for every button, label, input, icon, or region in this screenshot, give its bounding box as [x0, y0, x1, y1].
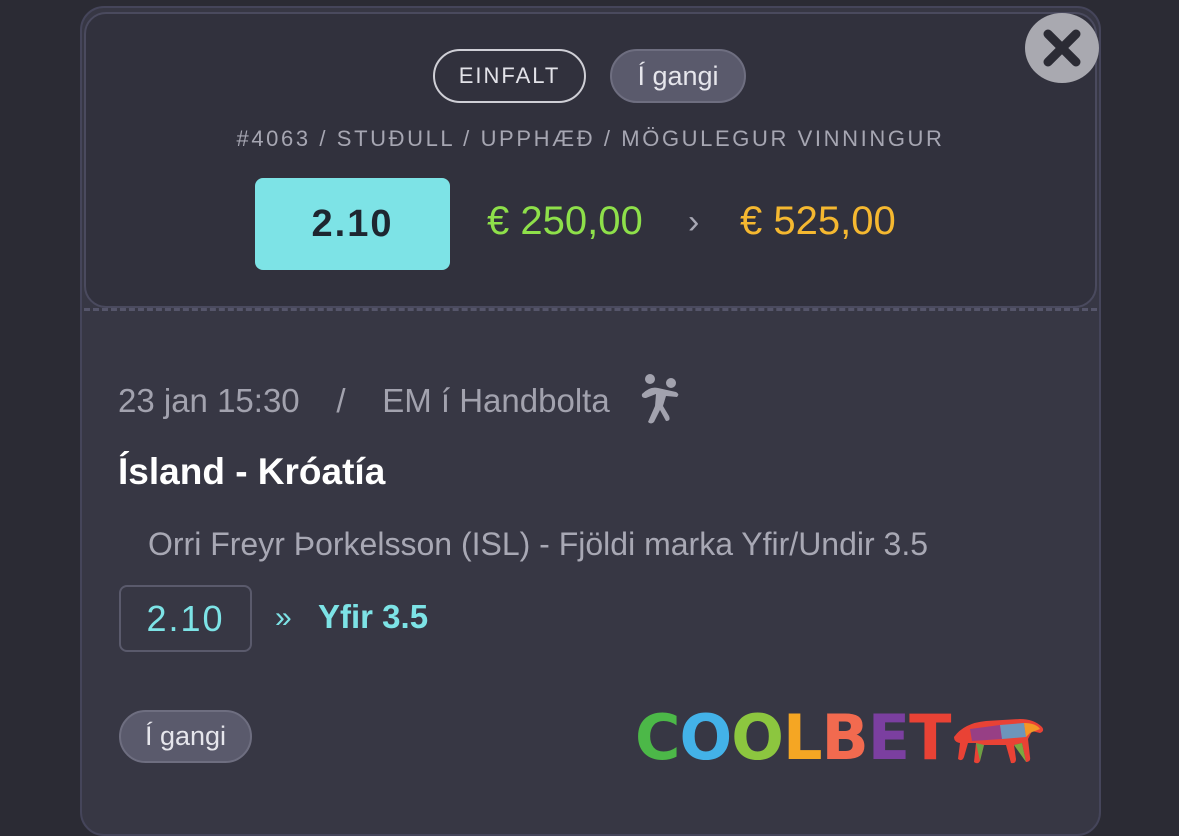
coolbet-wordmark: COOLBET — [635, 701, 951, 774]
selection-arrow: » — [275, 601, 292, 634]
event-date-time: 23 jan 15:30 — [118, 382, 300, 419]
total-odds: 2.10 — [255, 178, 450, 270]
bear-mascot-icon — [954, 719, 1044, 764]
bet-summary-panel — [84, 12, 1097, 308]
handball-player-icon — [641, 374, 679, 424]
match-title: Ísland - Króatía — [118, 451, 386, 492]
dashed-divider — [84, 308, 1097, 311]
payout-arrow: › — [688, 203, 700, 241]
competition-name: EM í Handbolta — [382, 382, 610, 419]
close-button[interactable] — [1025, 13, 1099, 83]
potential-win-amount: € 525,00 — [740, 199, 896, 243]
market-description: Orri Freyr Þorkelsson (ISL) - Fjöldi mar… — [148, 526, 929, 562]
close-icon — [1043, 29, 1081, 67]
selection-status-badge: Í gangi — [119, 710, 252, 763]
selection-odds: 2.10 — [119, 585, 252, 652]
event-meta-separator: / — [336, 382, 346, 419]
bet-type-badge: EINFALT — [433, 49, 586, 103]
coolbet-logo: COOLBET — [635, 705, 1046, 771]
bet-meta-header: #4063 / STUÐULL / UPPHÆÐ / MÖGULEGUR VIN… — [236, 126, 945, 151]
stake-amount: € 250,00 — [487, 199, 643, 243]
event-meta: 23 jan 15:30 / EM í Handbolta — [118, 378, 610, 424]
bet-status-badge: Í gangi — [610, 49, 746, 103]
selection-name: Yfir 3.5 — [318, 598, 429, 635]
